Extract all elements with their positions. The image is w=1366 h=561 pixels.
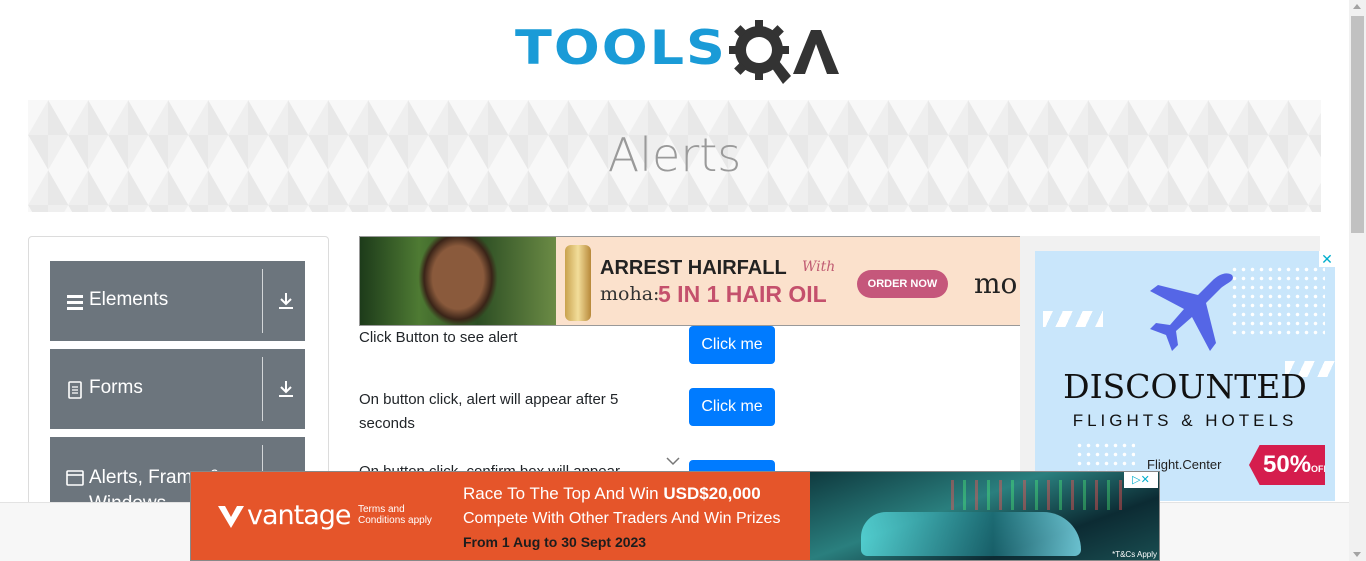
sidebar-group-elements[interactable]: Elements [50,261,305,341]
vantage-logo-icon [218,506,244,528]
timer-alert-description: On button click, alert will appear after… [359,391,619,432]
window-icon [66,470,84,486]
divider [262,357,263,421]
ad-close-icon[interactable]: ✕ [1319,251,1335,267]
chevron-down-icon[interactable] [666,456,680,466]
ad-subline: FLIGHTS & HOTELS [1072,411,1298,430]
alert-description: Click Button to see alert [359,329,518,346]
toolsqa-logo[interactable]: TOOLS [515,14,839,92]
ad-product: 5 IN 1 HAIR OIL [658,281,827,307]
ad-dots-pattern [1230,265,1325,335]
divider [262,269,263,333]
ad-line-3: From 1 Aug to 30 Sept 2023 [463,534,647,550]
sidebar-group-label: Elements [89,289,169,310]
download-arrow-icon[interactable] [276,291,296,311]
ad-banner-top[interactable]: ARREST HAIRFALL With moha: 5 IN 1 HAIR O… [359,236,1021,326]
page: TOOLS Alerts Elements Forms Alerts, Fram… [0,0,1366,561]
adchoices-close-icon[interactable]: ▷✕ [1124,472,1158,488]
download-arrow-icon[interactable] [276,379,296,399]
ad-brand: Flight.Center [1147,457,1222,472]
sidebar-group-label: Forms [89,377,143,398]
scroll-up-icon[interactable] [1353,4,1361,9]
ad-headline: DISCOUNTED [1063,367,1307,406]
ad-order-button[interactable]: ORDER NOW [857,270,948,298]
ad-discount-suffix: OFF [1311,464,1330,474]
ad-discount: 50% [1263,451,1312,478]
alert-button[interactable]: Click me [689,326,775,364]
ad-disclaimer: *T&Cs Apply [1112,550,1157,559]
ad-product-image [565,245,591,321]
ad-banner-right[interactable]: DISCOUNTED FLIGHTS & HOTELS Flight.Cente… [1035,251,1335,501]
ad-discount-tag: 50%OFF [1249,445,1325,485]
logo-gear-qa-icon [729,20,839,84]
document-icon [68,381,82,399]
ad-line-1-text: Race To The Top And Win [463,484,664,503]
ad-car-image [861,512,1081,556]
scrollbar-thumb[interactable] [1351,16,1364,233]
hamburger-icon [67,295,83,310]
ad-chart-graphic [951,480,1131,510]
scrollbar[interactable] [1349,0,1366,561]
ad-line-1: Race To The Top And Win USD$20,000 [463,484,761,504]
ad-brand: vantage [247,500,352,531]
scroll-down-icon[interactable] [1353,552,1361,557]
airplane-icon [1150,273,1233,351]
sidebar-group-forms[interactable]: Forms [50,349,305,429]
logo-text-tools: TOOLS [515,20,727,76]
ad-stripes [1043,311,1103,327]
ad-prize-amount: USD$20,000 [663,484,761,503]
ad-banner-bottom[interactable]: vantage Terms and Conditions apply Race … [190,471,1160,561]
ad-with-text: With [802,259,836,275]
page-banner: Alerts [28,100,1321,212]
ad-headline: ARREST HAIRFALL [600,257,787,279]
ad-line-2: Compete With Other Traders And Win Prize… [463,510,781,527]
ad-brand: moha: [600,283,660,305]
timer-alert-button[interactable]: Click me [689,388,775,426]
ad-terms: Terms and Conditions apply [358,504,432,526]
ad-brand-right: mo [974,267,1018,300]
page-title: Alerts [607,128,742,182]
ad-model-image [418,237,498,325]
